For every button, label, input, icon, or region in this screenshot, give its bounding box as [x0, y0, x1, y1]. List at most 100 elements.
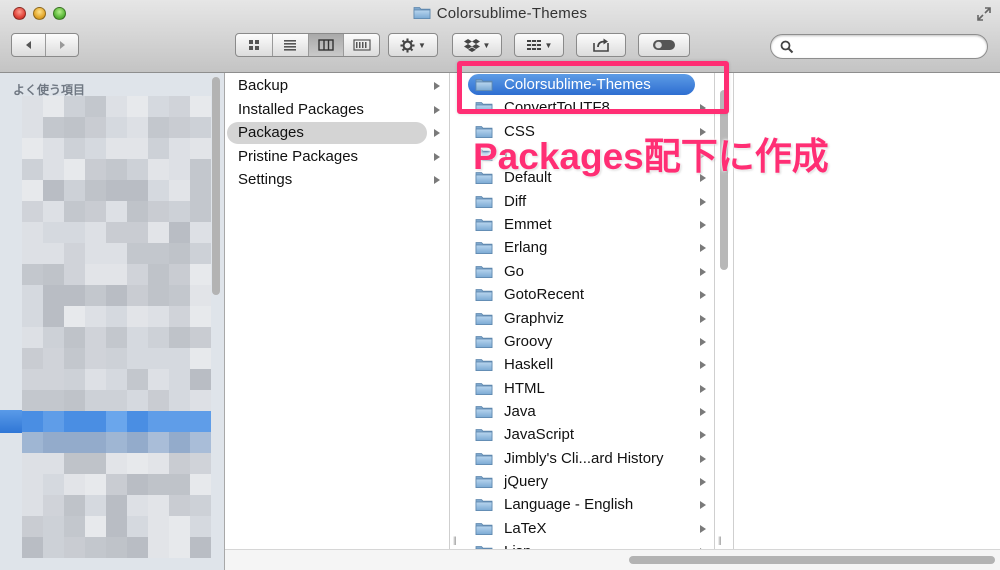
- folder-name: Emmet: [504, 216, 552, 234]
- pixelated-block: [169, 159, 190, 180]
- horizontal-scrollbar-thumb[interactable]: [629, 556, 995, 564]
- disclosure-arrow-icon: [700, 291, 706, 300]
- pixelated-block: [43, 222, 64, 243]
- pixelated-block: [148, 432, 169, 453]
- folder-row[interactable]: Diff: [450, 190, 714, 213]
- pixelated-block: [127, 222, 148, 243]
- pixelated-block: [85, 264, 106, 285]
- pixelated-block: [22, 369, 43, 390]
- folder-row[interactable]: Java: [450, 400, 714, 423]
- pixelated-block: [64, 495, 85, 516]
- pixelated-block: [85, 516, 106, 537]
- folder-row[interactable]: Lisp: [450, 540, 714, 549]
- folder-row[interactable]: Installed Packages: [225, 98, 449, 121]
- back-button[interactable]: [12, 34, 45, 56]
- pixelated-block: [127, 180, 148, 201]
- share-icon: [593, 38, 609, 52]
- action-menu-button[interactable]: ▼: [388, 33, 438, 57]
- arrange-menu-button[interactable]: ▼: [514, 33, 564, 57]
- sidebar-scrollbar[interactable]: [212, 77, 220, 295]
- folder-row[interactable]: Groovy: [450, 330, 714, 353]
- pixelated-block: [106, 264, 127, 285]
- pixelated-block: [148, 369, 169, 390]
- pixelated-block: [64, 453, 85, 474]
- folder-row[interactable]: LaTeX: [450, 517, 714, 540]
- nav-buttons: [11, 33, 79, 57]
- pixelated-block: [64, 285, 85, 306]
- pixelated-block: [43, 453, 64, 474]
- pixelated-block: [64, 411, 85, 432]
- coverflow-view-button[interactable]: [343, 34, 379, 56]
- pixelated-block: [148, 117, 169, 138]
- column-view-icon: [318, 39, 334, 51]
- dropbox-menu-button[interactable]: ▼: [452, 33, 502, 57]
- pixelated-block: [43, 243, 64, 264]
- chevron-down-icon: ▼: [482, 40, 491, 50]
- pixelated-block: [85, 327, 106, 348]
- pixelated-block: [190, 243, 211, 264]
- folder-row[interactable]: jQuery: [450, 470, 714, 493]
- folder-name: Language - English: [504, 496, 634, 514]
- search-input[interactable]: [799, 37, 979, 56]
- folder-icon: [475, 217, 493, 232]
- column-resize-handle[interactable]: ||: [453, 535, 457, 545]
- column-resize-handle[interactable]: ||: [718, 535, 722, 545]
- folder-row[interactable]: Erlang: [450, 236, 714, 259]
- folder-name: Packages: [238, 124, 304, 141]
- icon-view-icon: [248, 40, 259, 50]
- fullscreen-icon[interactable]: [976, 6, 992, 22]
- folder-row[interactable]: Haskell: [450, 353, 714, 376]
- pixelated-block: [43, 474, 64, 495]
- pixelated-block: [127, 453, 148, 474]
- toggle-button[interactable]: [638, 33, 690, 57]
- folder-row[interactable]: JavaScript: [450, 423, 714, 446]
- pixelated-block: [190, 264, 211, 285]
- pixelated-block: [127, 411, 148, 432]
- folder-row[interactable]: Language - English: [450, 493, 714, 516]
- icon-view-button[interactable]: [236, 34, 272, 56]
- folder-row[interactable]: Graphviz: [450, 307, 714, 330]
- pixelated-block: [127, 201, 148, 222]
- search-field[interactable]: [770, 34, 988, 59]
- horizontal-scrollbar[interactable]: [225, 549, 1000, 570]
- pixelated-block: [148, 201, 169, 222]
- pixelated-block: [106, 285, 127, 306]
- folder-icon: [475, 287, 493, 302]
- pixelated-block: [106, 537, 127, 558]
- folder-row[interactable]: Backup: [225, 74, 449, 97]
- pixelated-block: [85, 537, 106, 558]
- share-button[interactable]: [576, 33, 626, 57]
- pixelated-block: [64, 138, 85, 159]
- pixelated-block: [43, 180, 64, 201]
- forward-button[interactable]: [45, 34, 78, 56]
- pixelated-block: [106, 516, 127, 537]
- folder-row[interactable]: Packages: [225, 121, 449, 144]
- folder-icon: [475, 194, 493, 209]
- folder-name: Graphviz: [504, 309, 565, 327]
- pixelated-block: [22, 159, 43, 180]
- disclosure-arrow-icon: [434, 129, 440, 137]
- pixelated-block: [190, 453, 211, 474]
- folder-row[interactable]: Settings: [225, 168, 449, 191]
- pixelated-block: [85, 138, 106, 159]
- disclosure-arrow-icon: [700, 384, 706, 393]
- pixelated-block: [106, 180, 127, 201]
- pixelated-block: [190, 180, 211, 201]
- disclosure-arrow-icon: [700, 454, 706, 463]
- folder-row[interactable]: Emmet: [450, 213, 714, 236]
- folder-row[interactable]: HTML: [450, 377, 714, 400]
- column-scrollbar[interactable]: [720, 90, 728, 270]
- column-view-button[interactable]: [307, 34, 344, 56]
- pixelated-block: [148, 537, 169, 558]
- pixelated-block: [85, 222, 106, 243]
- pixelated-block: [127, 432, 148, 453]
- folder-icon: [475, 311, 493, 326]
- pixelated-block: [127, 117, 148, 138]
- folder-row[interactable]: Go: [450, 260, 714, 283]
- pixelated-block: [43, 117, 64, 138]
- folder-row[interactable]: GotoRecent: [450, 283, 714, 306]
- pixelated-block: [169, 180, 190, 201]
- folder-row[interactable]: Jimbly's Cli...ard History: [450, 447, 714, 470]
- folder-row[interactable]: Pristine Packages: [225, 145, 449, 168]
- list-view-button[interactable]: [271, 34, 308, 56]
